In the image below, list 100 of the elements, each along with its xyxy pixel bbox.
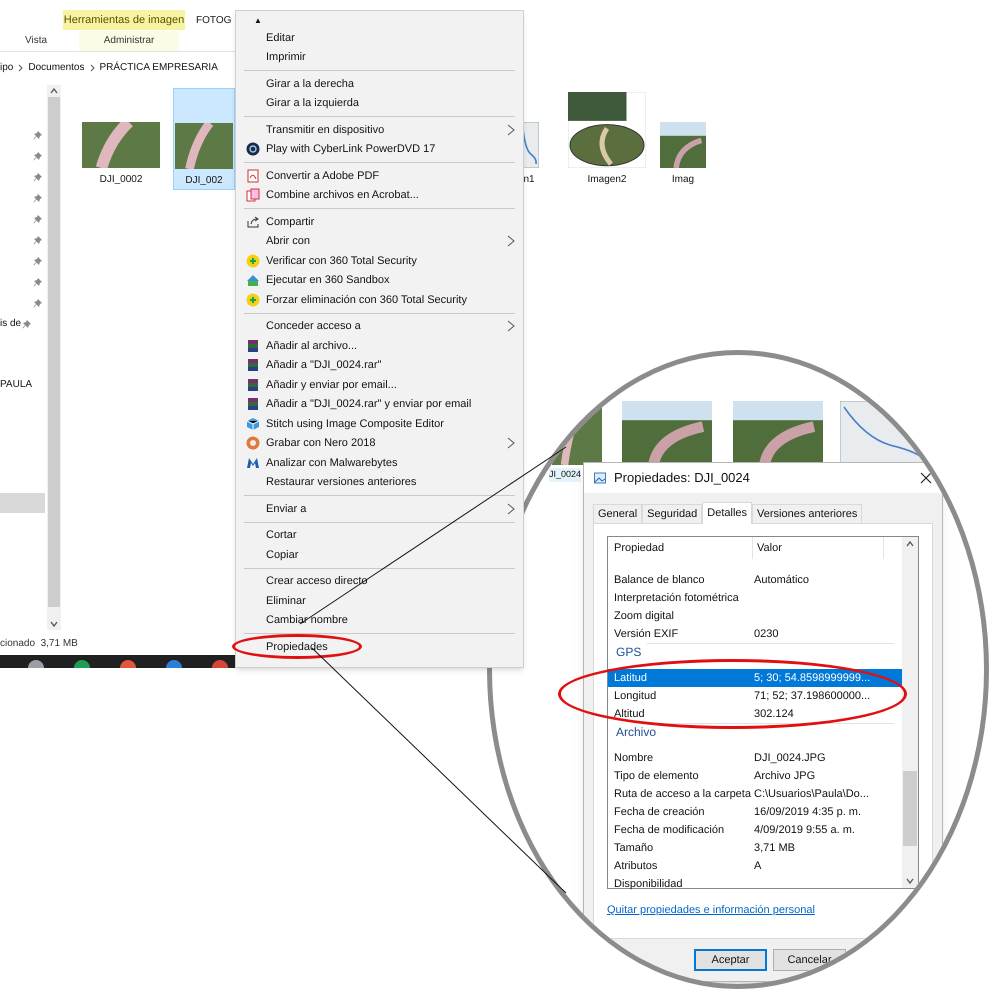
menu-item[interactable]: Añadir y enviar por email... (236, 375, 523, 394)
dialog-title: Propiedades: DJI_0024 (614, 469, 750, 488)
menu-item[interactable]: Girar a la derecha (236, 74, 523, 94)
file-tile[interactable]: DJI_002 (173, 88, 235, 190)
remove-properties-link[interactable]: Quitar propiedades e información personal (607, 902, 815, 918)
menu-item[interactable]: Cambiar nombre (236, 610, 523, 630)
menu-item[interactable]: Editar (236, 28, 523, 48)
property-row[interactable]: Zoom digital (608, 607, 902, 625)
property-name: Balance de blanco (613, 572, 706, 588)
property-value: C:\Usuarios\Paula\Do... (754, 786, 869, 802)
property-value: DJI_0024.JPG (754, 750, 826, 766)
menu-item[interactable]: Imprimir (236, 48, 523, 67)
menu-item[interactable]: Forzar eliminación con 360 Total Security (236, 290, 523, 310)
nav-item[interactable]: is de (0, 313, 45, 334)
property-name: Fecha de creación (613, 804, 706, 820)
pin-icon (33, 192, 43, 202)
menu-item[interactable]: Verificar con 360 Total Security (236, 251, 523, 270)
ribbon-context-tab[interactable]: Herramientas de imagen (63, 10, 185, 30)
scrollbar[interactable] (902, 537, 918, 888)
property-row[interactable]: Atributos A (608, 857, 902, 875)
property-value: 16/09/2019 4:35 p. m. (754, 804, 862, 820)
menu-item[interactable]: Grabar con Nero 2018 (236, 434, 523, 453)
menu-item[interactable]: Propiedades (236, 637, 523, 656)
menu-item[interactable]: Añadir al archivo... (236, 336, 523, 356)
sandbox-icon (246, 273, 260, 288)
dialog-button[interactable]: Cancelar (773, 949, 846, 971)
scroll-up-icon[interactable]: ▲ (254, 14, 262, 26)
photo-thumbnail (175, 123, 233, 169)
property-row[interactable]: Fecha de creación 16/09/2019 4:35 p. m. (608, 803, 902, 821)
menu-item[interactable]: Girar a la izquierda (236, 94, 523, 113)
menu-item[interactable]: Enviar a (236, 499, 523, 518)
breadcrumb-item[interactable]: Documentos (28, 60, 84, 75)
chevron-icon (90, 64, 94, 72)
breadcrumb-item[interactable]: ipo (0, 60, 14, 75)
nav-selection (0, 493, 45, 513)
menu-item[interactable]: Eliminar (236, 591, 523, 610)
file-name: Imagen2 (588, 173, 626, 187)
menu-item[interactable]: Conceder acceso a (236, 316, 523, 336)
property-name: Disponibilidad (613, 876, 684, 892)
ribbon-tab[interactable]: Vista (25, 33, 48, 48)
property-name: Latitud (613, 670, 648, 686)
menu-item[interactable]: Ejecutar en 360 Sandbox (236, 270, 523, 290)
nav-item[interactable]: PAULA (0, 374, 45, 395)
property-row[interactable]: Ruta de acceso a la carpeta C:\Usuarios\Paula\Do... (608, 785, 902, 803)
pin-icon (22, 318, 32, 328)
scrollbar-thumb[interactable] (48, 97, 60, 607)
property-row[interactable]: Latitud 5; 30; 54.8598999999... (608, 669, 902, 687)
property-row[interactable]: Interpretación fotométrica (608, 589, 902, 607)
tab[interactable]: Seguridad (642, 504, 702, 523)
property-row[interactable]: Fecha de modificación 4/09/2019 9:55 a. m. (608, 821, 902, 839)
menu-item[interactable]: Cortar (236, 526, 523, 545)
property-row[interactable]: Longitud 71; 52; 37.198600000... (608, 687, 902, 705)
tab[interactable]: Detalles (702, 502, 752, 524)
property-row[interactable]: Tamaño 3,71 MB (608, 839, 902, 857)
photo-thumbnail (660, 122, 706, 168)
column-header[interactable]: Valor (753, 537, 884, 559)
menu-item[interactable]: Añadir a "DJI_0024.rar" (236, 356, 523, 375)
property-name: Nombre (613, 750, 654, 766)
property-row[interactable]: Disponibilidad (608, 875, 902, 893)
property-row[interactable]: Nombre DJI_0024.JPG (608, 749, 902, 767)
property-value: 3,71 MB (754, 840, 795, 856)
pin-icon (33, 130, 43, 140)
property-name: Altitud (613, 706, 646, 722)
property-row[interactable]: Versión EXIF 0230 (608, 625, 902, 643)
chevron-right-icon (507, 502, 515, 515)
property-name: Ruta de acceso a la carpeta (613, 786, 752, 802)
menu-item[interactable]: Analizar con Malwarebytes (236, 453, 523, 472)
property-name: Fecha de modificación (613, 822, 726, 838)
image-file-icon (594, 472, 606, 484)
pin-icon (33, 234, 43, 244)
menu-item[interactable]: Convertir a Adobe PDF (236, 166, 523, 186)
file-name: DJI_002 (185, 174, 223, 188)
menu-item[interactable]: Combine archivos en Acrobat... (236, 186, 523, 205)
close-icon (920, 472, 932, 484)
menu-item[interactable]: Abrir con (236, 232, 523, 251)
property-value: 71; 52; 37.198600000... (754, 688, 870, 704)
menu-item[interactable]: Stitch using Image Composite Editor (236, 414, 523, 434)
section-header: GPS (616, 644, 642, 661)
menu-item[interactable]: Play with CyberLink PowerDVD 17 (236, 140, 523, 159)
window-title: FOTOG (196, 14, 232, 28)
property-row[interactable]: Altitud 302.124 (608, 705, 902, 723)
menu-item[interactable]: Transmitir en dispositivo (236, 120, 523, 140)
breadcrumb-item[interactable]: PRÁCTICA EMPRESARIA (100, 60, 218, 75)
file-tile[interactable]: Imag (658, 88, 708, 190)
tab[interactable]: Versiones anteriores (752, 504, 862, 523)
property-row[interactable]: Tipo de elemento Archivo JPG (608, 767, 902, 785)
property-row[interactable]: Balance de blanco Automático (608, 571, 902, 589)
tab[interactable]: General (593, 504, 642, 523)
column-header[interactable]: Propiedad (608, 537, 753, 559)
scrollbar[interactable] (47, 85, 61, 630)
menu-item[interactable]: Compartir (236, 212, 523, 232)
dialog-button[interactable]: Aceptar (694, 949, 767, 971)
file-tile[interactable]: Imagen2 (560, 88, 654, 190)
file-tile[interactable]: DJI_0002 (73, 88, 169, 190)
menu-item[interactable]: Copiar (236, 545, 523, 564)
property-value: Archivo JPG (754, 768, 816, 784)
menu-item[interactable]: Añadir a "DJI_0024.rar" y enviar por email (236, 394, 523, 414)
ribbon-tab[interactable]: Administrar (79, 30, 180, 50)
scrollbar-thumb[interactable] (903, 771, 917, 846)
menu-item[interactable]: Restaurar versiones anteriores (236, 472, 523, 492)
